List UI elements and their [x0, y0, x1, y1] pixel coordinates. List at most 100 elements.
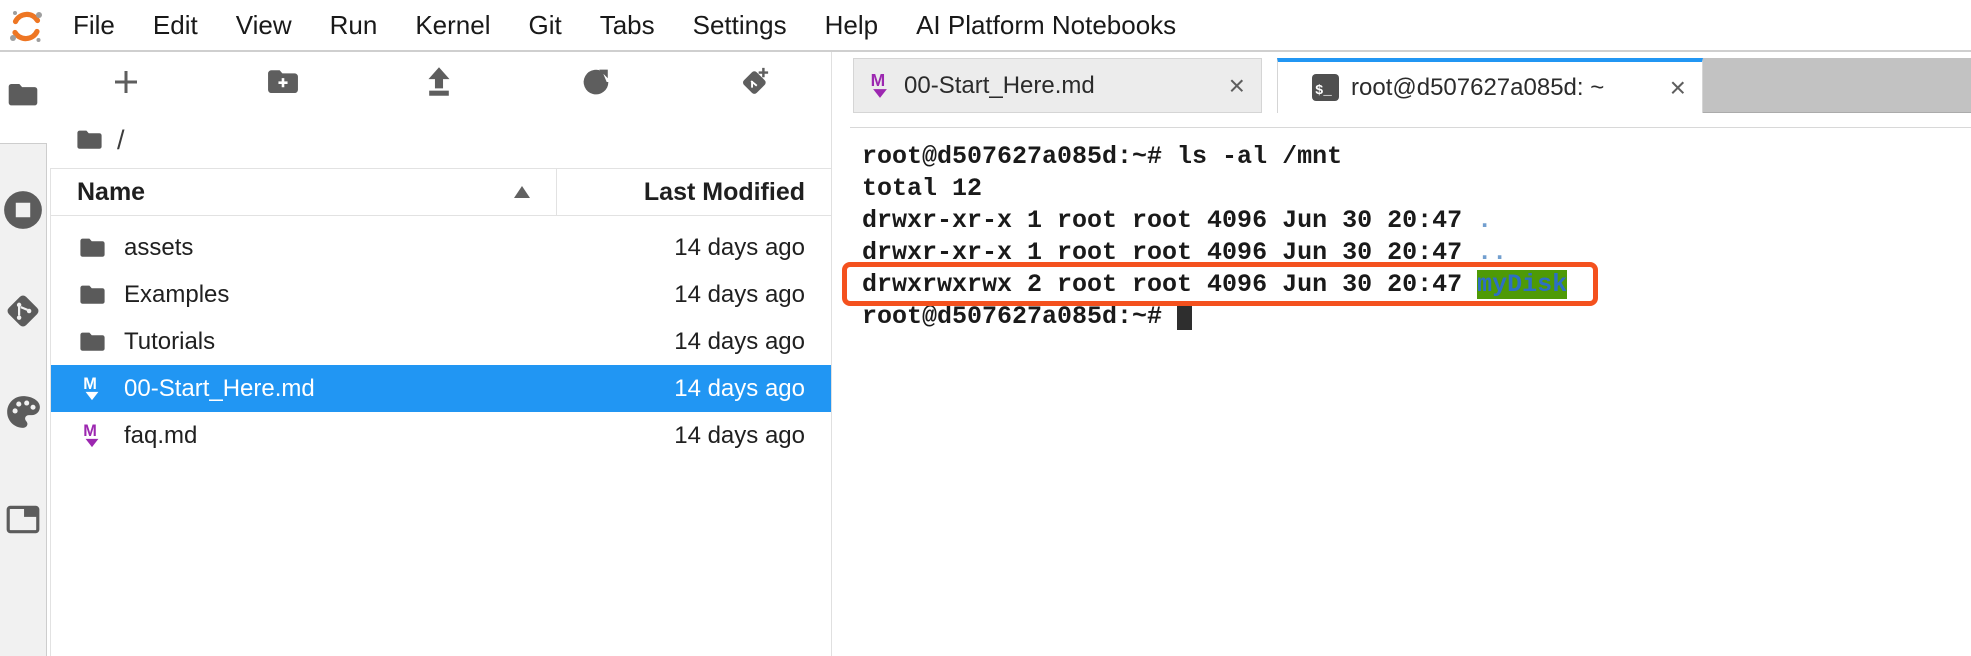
- menu-item-settings[interactable]: Settings: [693, 10, 787, 41]
- git-clone-button[interactable]: [731, 60, 775, 104]
- terminal-line: drwxr-xr-x 1 root root 4096 Jun 30 20:47…: [862, 205, 1967, 237]
- refresh-icon: [581, 67, 611, 97]
- menu-item-view[interactable]: View: [236, 10, 292, 41]
- folder-icon: [79, 284, 106, 306]
- sidebar-item-running-sessions[interactable]: [0, 190, 46, 230]
- menu-item-git[interactable]: Git: [528, 10, 561, 41]
- folder-icon: [79, 237, 106, 259]
- sidebar-item-file-browser[interactable]: [0, 75, 46, 115]
- svg-text:M: M: [83, 422, 97, 440]
- markdown-icon: M: [81, 422, 103, 450]
- refresh-button[interactable]: [574, 60, 618, 104]
- terminal-line: root@d507627a085d:~# ls -al /mnt: [862, 141, 1967, 173]
- file-name: 00-Start_Here.md: [124, 375, 315, 403]
- terminal-segment: drwxr-xr-x 1 root root 4096 Jun 30 20:47: [862, 206, 1477, 235]
- sidebar-item-open-tabs[interactable]: [0, 499, 46, 539]
- root-folder-icon[interactable]: [76, 129, 103, 151]
- menu-bar: File Edit View Run Kernel Git Tabs Settings Help…: [0, 0, 1971, 52]
- file-rows: assets 14 days ago Examples 14 days ago Tu…: [51, 224, 831, 459]
- file-name: Tutorials: [124, 328, 215, 356]
- file-name: faq.md: [124, 422, 197, 450]
- file-browser-panel: / Name Last Modified assets 14 days ago E…: [48, 52, 832, 656]
- row-icon: M: [77, 422, 107, 450]
- sidebar-item-git[interactable]: [0, 291, 46, 331]
- file-listing: Name Last Modified assets 14 days ago Exa…: [50, 168, 831, 656]
- stop-circle-icon: [3, 190, 43, 230]
- file-row-00-start-here-md[interactable]: M 00-Start_Here.md 14 days ago: [51, 365, 831, 412]
- terminal-segment: total 12: [862, 174, 982, 203]
- menu-item-tabs[interactable]: Tabs: [600, 10, 655, 41]
- close-icon[interactable]: ×: [1670, 74, 1686, 102]
- main-dock-panel: M 00-Start_Here.md × $_ root@d507627a085…: [850, 52, 1971, 656]
- row-icon: M: [77, 375, 107, 403]
- svg-text:M: M: [871, 71, 886, 90]
- last-modified-value: 14 days ago: [674, 328, 831, 356]
- file-row-examples[interactable]: Examples 14 days ago: [51, 271, 831, 318]
- terminal-line: total 12: [862, 173, 1967, 205]
- sidebar-gray-panel: [0, 143, 47, 656]
- tab-label: 00-Start_Here.md: [904, 72, 1095, 100]
- close-icon[interactable]: ×: [1229, 72, 1245, 100]
- markdown-icon: M: [81, 375, 103, 403]
- tab-bar-filler: [1703, 58, 1971, 113]
- column-divider: [556, 169, 557, 215]
- tab-terminal[interactable]: $_ root@d507627a085d: ~ ×: [1277, 58, 1703, 113]
- terminal-segment: drwxrwxrwx 2 root root 4096 Jun 30 20:47: [862, 270, 1477, 299]
- palette-icon: [4, 393, 42, 431]
- column-header-last-modified[interactable]: Last Modified: [644, 178, 805, 207]
- tab-00-start-here[interactable]: M 00-Start_Here.md ×: [853, 58, 1262, 113]
- terminal-segment: root@d507627a085d:~#: [862, 302, 1177, 331]
- breadcrumb-path[interactable]: /: [117, 125, 125, 156]
- menu-items: File Edit View Run Kernel Git Tabs Settings Help…: [73, 10, 1214, 41]
- file-row-faq-md[interactable]: M faq.md14 days ago: [51, 412, 831, 459]
- menu-item-file[interactable]: File: [73, 10, 115, 41]
- terminal-output[interactable]: root@d507627a085d:~# ls -al /mnttotal 12…: [862, 141, 1967, 656]
- breadcrumb: /: [48, 112, 125, 168]
- new-launcher-button[interactable]: [104, 60, 148, 104]
- upload-icon: [425, 67, 453, 97]
- terminal-cursor: [1177, 303, 1192, 330]
- folder-plus-icon: [267, 69, 299, 95]
- file-name: assets: [124, 234, 193, 262]
- terminal-segment-directory: .: [1477, 206, 1492, 235]
- git-clone-icon: [736, 65, 770, 99]
- sidebar-item-command-palette[interactable]: [0, 392, 46, 432]
- folder-icon: [79, 331, 106, 353]
- last-modified-value: 14 days ago: [674, 375, 831, 403]
- upload-button[interactable]: [417, 60, 461, 104]
- column-header-name[interactable]: Name: [51, 178, 145, 207]
- terminal-segment-other-writable-dir: myDisk: [1477, 270, 1567, 299]
- panel-divider: [850, 127, 1971, 128]
- terminal-line: drwxr-xr-x 1 root root 4096 Jun 30 20:47…: [862, 237, 1967, 269]
- terminal-segment-directory: ..: [1477, 238, 1507, 267]
- plus-icon: [111, 67, 141, 97]
- row-icon: [77, 237, 107, 259]
- menu-item-kernel[interactable]: Kernel: [415, 10, 490, 41]
- tabs-icon: [4, 500, 42, 538]
- folder-icon: [7, 82, 39, 108]
- left-sidebar: [0, 52, 48, 656]
- menu-item-run[interactable]: Run: [330, 10, 378, 41]
- new-folder-button[interactable]: [261, 60, 305, 104]
- row-icon: [77, 331, 107, 353]
- file-row-tutorials[interactable]: Tutorials 14 days ago: [51, 318, 831, 365]
- sort-ascending-icon: [514, 186, 530, 198]
- last-modified-value: 14 days ago: [674, 281, 831, 309]
- terminal-icon: $_: [1312, 74, 1339, 101]
- markdown-icon: M: [868, 71, 892, 101]
- tab-label: root@d507627a085d: ~: [1351, 74, 1604, 102]
- menu-item-ai-platform-notebooks[interactable]: AI Platform Notebooks: [916, 10, 1176, 41]
- file-name: Examples: [124, 281, 229, 309]
- menu-item-help[interactable]: Help: [825, 10, 878, 41]
- menu-item-edit[interactable]: Edit: [153, 10, 198, 41]
- svg-text:M: M: [83, 375, 97, 393]
- git-icon: [3, 291, 43, 331]
- row-icon: [77, 284, 107, 306]
- terminal-line: drwxrwxrwx 2 root root 4096 Jun 30 20:47…: [862, 269, 1967, 301]
- terminal-segment: drwxr-xr-x 1 root root 4096 Jun 30 20:47: [862, 238, 1477, 267]
- last-modified-value: 14 days ago: [674, 234, 831, 262]
- tab-bar: M 00-Start_Here.md × $_ root@d507627a085…: [850, 52, 1971, 113]
- jupyter-logo-icon: [8, 8, 44, 44]
- terminal-line: root@d507627a085d:~#: [862, 301, 1967, 333]
- file-row-assets[interactable]: assets 14 days ago: [51, 224, 831, 271]
